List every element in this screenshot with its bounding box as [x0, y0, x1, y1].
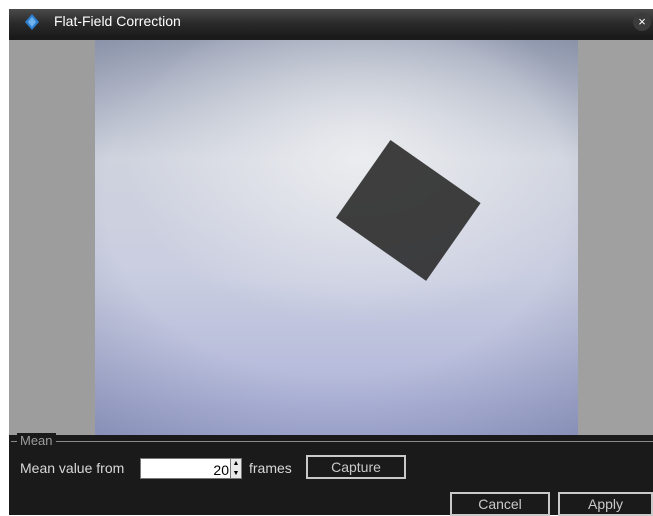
- camera-preview-image: [95, 40, 578, 435]
- capture-button[interactable]: Capture: [306, 455, 406, 479]
- camera-preview-area: [9, 40, 653, 435]
- cancel-button[interactable]: Cancel: [450, 492, 550, 516]
- window-title: Flat-Field Correction: [54, 13, 181, 29]
- mean-value-label: Mean value from: [20, 460, 125, 476]
- close-icon[interactable]: ×: [633, 13, 651, 31]
- frames-count-input[interactable]: [140, 458, 232, 479]
- preview-margin-right: [578, 40, 653, 435]
- mean-group-label: Mean: [17, 433, 56, 448]
- apply-button[interactable]: Apply: [558, 492, 653, 516]
- title-bar[interactable]: Flat-Field Correction ×: [9, 9, 653, 35]
- preview-vignette: [95, 40, 578, 435]
- spinner-up-icon[interactable]: ▲: [231, 459, 241, 468]
- flat-field-dialog: Flat-Field Correction × Mean Mean value …: [9, 9, 653, 516]
- controls-panel: Mean Mean value from ▲ ▼ frames Capture …: [9, 433, 653, 516]
- frames-label: frames: [249, 460, 292, 476]
- spinner-down-icon[interactable]: ▼: [231, 469, 241, 478]
- preview-margin-left: [9, 40, 95, 435]
- frames-spinner[interactable]: ▲ ▼: [230, 458, 242, 479]
- app-logo-icon: [25, 14, 39, 30]
